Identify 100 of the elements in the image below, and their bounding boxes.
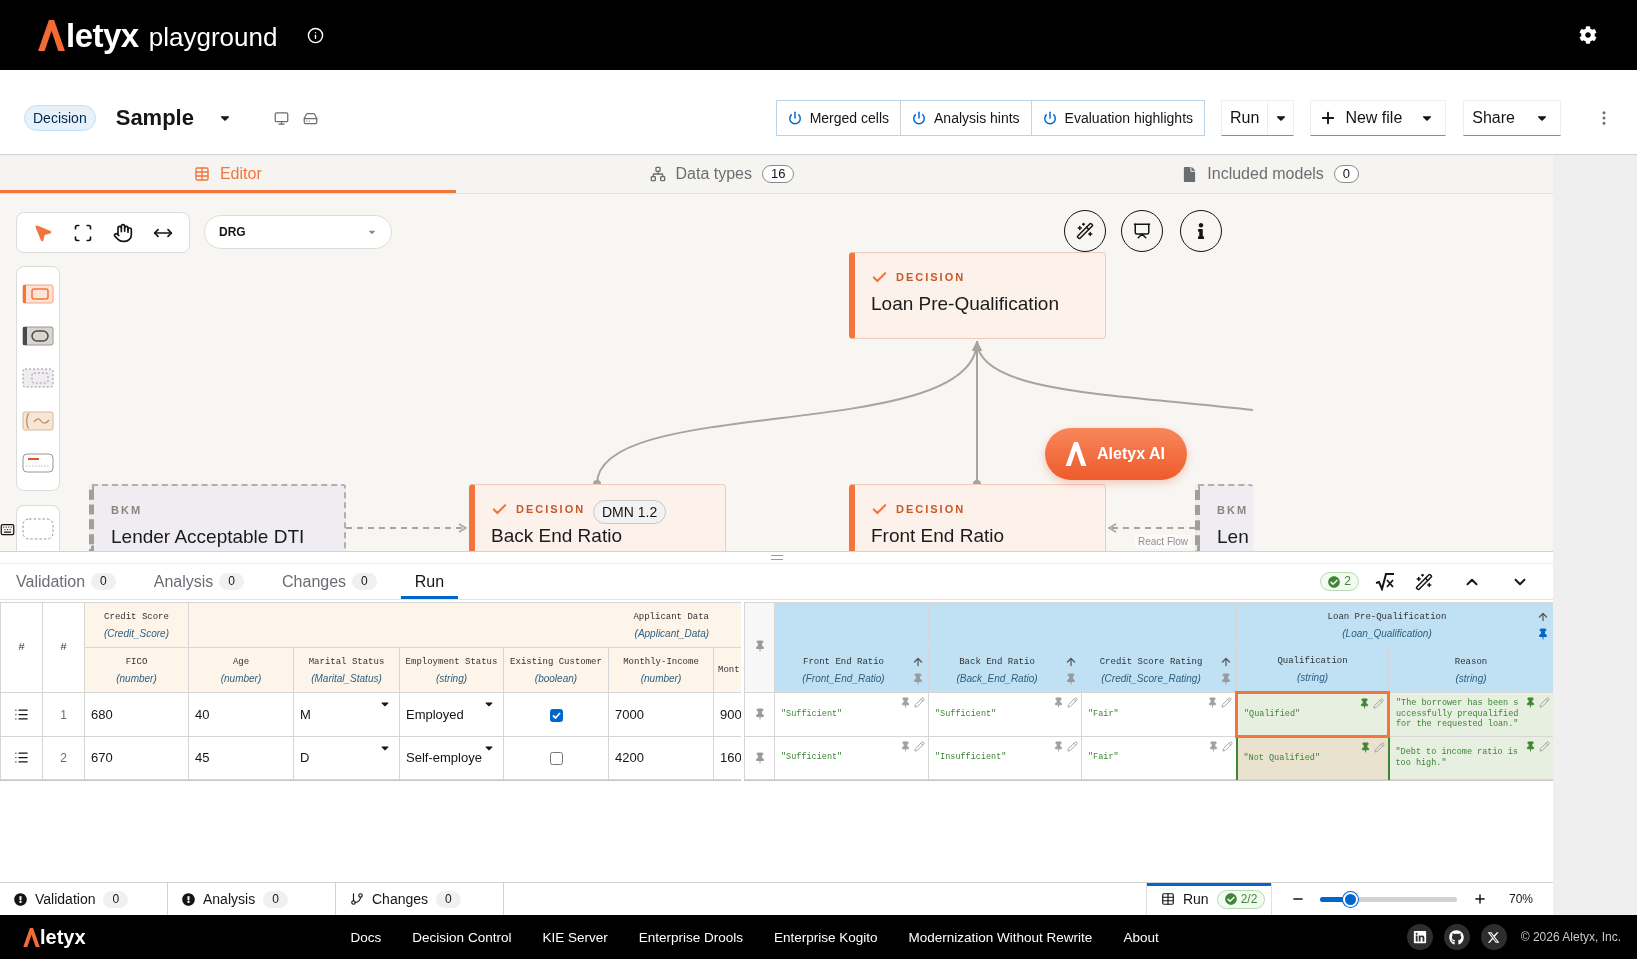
column-group-type: (Applicant_Data) (633, 626, 710, 640)
pin-icon[interactable] (1525, 741, 1536, 752)
column-type: (Credit_Score_Rating) (1100, 671, 1202, 685)
pin-icon[interactable] (753, 640, 766, 652)
network-icon (649, 166, 666, 182)
panel-tab[interactable]: Validation 0 (2, 564, 130, 599)
checkbox[interactable] (549, 708, 563, 722)
frame-select-icon[interactable] (73, 222, 93, 243)
decision-node[interactable]: DECISION Front End Ratio (849, 484, 1106, 551)
cell-value: 160 (720, 750, 741, 765)
column-title: Credit Score Rating (1098, 655, 1204, 669)
zoom-in-icon[interactable] (1472, 892, 1487, 906)
pin-icon[interactable] (900, 741, 911, 752)
file-icon (1182, 166, 1198, 182)
slider-handle[interactable] (1343, 891, 1359, 907)
cell-value: "Insufficient" (935, 752, 1007, 763)
arrow-up-icon[interactable] (1220, 655, 1232, 668)
cell-value: "Fair" (1088, 752, 1119, 763)
row-number: 1 (42, 692, 85, 737)
bkm-node[interactable]: BKM Len (1195, 484, 1253, 551)
pin-icon[interactable] (900, 697, 911, 708)
footer-link[interactable]: Decision Control (412, 929, 512, 945)
checkbox[interactable] (549, 752, 563, 766)
alert-icon (182, 892, 195, 906)
share-button[interactable]: Share (1463, 100, 1561, 136)
result-cell[interactable]: "The borrower has been successfully prequalified for the requested loan." (1388, 692, 1553, 737)
node-title: Loan Pre-Qualification (871, 293, 1060, 315)
column-type: (boolean) (533, 671, 579, 685)
cell-value: 680 (91, 706, 113, 722)
row-menu-icon[interactable] (14, 706, 29, 722)
pin-icon[interactable] (753, 708, 766, 720)
cell-value: 40 (195, 706, 210, 722)
github-icon[interactable] (1443, 924, 1470, 950)
footer-link[interactable]: Modernization Without Rewrite (908, 929, 1093, 945)
monitor-icon[interactable] (273, 110, 289, 126)
row-menu-icon[interactable] (14, 750, 29, 765)
panel-tab[interactable]: Changes 0 (268, 564, 391, 599)
cell-value: 900 (720, 706, 741, 722)
footer-link[interactable]: Docs (350, 929, 382, 945)
pin-icon[interactable] (753, 751, 766, 764)
column-type: (string) (1454, 671, 1488, 685)
bkm-node[interactable]: BKM Lender Acceptable DTI (89, 484, 346, 551)
panel-tab[interactable]: Run (400, 564, 459, 599)
node-type-label: DECISION (896, 502, 966, 516)
pin-icon[interactable] (1359, 698, 1370, 709)
run-status-tab[interactable]: Run 2/2 (1145, 883, 1272, 915)
settings-icon[interactable] (1579, 26, 1597, 44)
info-icon[interactable] (307, 26, 325, 44)
result-cell[interactable]: "Not Qualified" (1236, 736, 1389, 780)
footer-link[interactable]: About (1123, 929, 1159, 945)
column-title: Employment Status (404, 655, 499, 669)
pin-icon[interactable] (1359, 742, 1371, 753)
branch-icon (350, 892, 364, 906)
cell-value: D (300, 750, 310, 765)
arrow-up-icon[interactable] (1537, 610, 1549, 623)
cell-value: 4200 (615, 750, 644, 765)
decision-node[interactable]: DECISION Loan Pre-Qualification (849, 252, 1106, 339)
file-name[interactable]: Sample (115, 105, 194, 131)
wave-shape-icon[interactable] (22, 409, 54, 432)
footer-link[interactable]: Enterprise Kogito (774, 929, 878, 945)
cell-value: 7000 (615, 706, 644, 722)
pin-icon[interactable] (1537, 627, 1549, 640)
logo-mark-icon (1065, 442, 1087, 466)
cell-value: 45 (195, 750, 210, 765)
view-select[interactable]: DRG (204, 215, 392, 249)
footer-link[interactable]: KIE Server (542, 929, 608, 945)
result-cell[interactable]: "Qualified" (1236, 692, 1389, 737)
result-cell[interactable]: "Debt to income ratio is too high." (1388, 736, 1553, 780)
rounded-shape-icon[interactable] (22, 325, 54, 348)
logo-mark-icon (38, 19, 65, 51)
arrow-up-icon[interactable] (912, 655, 924, 668)
row-number: 2 (42, 736, 85, 780)
hand-icon[interactable] (113, 222, 133, 243)
product-name: playground (148, 22, 278, 51)
decision-shape-icon[interactable] (22, 283, 54, 306)
linkedin-icon[interactable] (1406, 924, 1433, 950)
column-group-type: (Loan_Qualification) (1341, 626, 1433, 640)
resize-handle-icon[interactable] (770, 555, 783, 560)
keyboard-icon[interactable] (0, 522, 15, 537)
wand-icon[interactable] (1415, 572, 1433, 591)
pin-icon[interactable] (1053, 697, 1064, 708)
pin-icon[interactable] (1525, 697, 1536, 708)
pin-icon[interactable] (1053, 741, 1064, 752)
panel-tab[interactable]: Analysis 0 (139, 564, 259, 599)
pin-icon[interactable] (1207, 697, 1218, 708)
editor-tab[interactable]: Included models 0 (988, 155, 1553, 193)
x-logo-icon[interactable] (1480, 924, 1507, 950)
new-file-button[interactable]: New file (1310, 100, 1447, 136)
editor-tab[interactable]: Data types 16 (455, 155, 989, 193)
bar-shape-icon[interactable] (22, 451, 54, 474)
column-title: Age (231, 655, 251, 669)
square-root-icon[interactable] (1375, 572, 1395, 591)
cell-value: "Fair" (1088, 708, 1119, 719)
column-type: (Back_End_Ratio) (955, 671, 1039, 685)
footer-link[interactable]: Enterprise Drools (638, 929, 743, 945)
index-header: # (42, 602, 85, 693)
drive-icon[interactable] (302, 110, 318, 126)
column-title: Back End Ratio (958, 655, 1036, 669)
arrow-up-icon[interactable] (1065, 655, 1077, 668)
pin-icon[interactable] (1207, 741, 1219, 752)
